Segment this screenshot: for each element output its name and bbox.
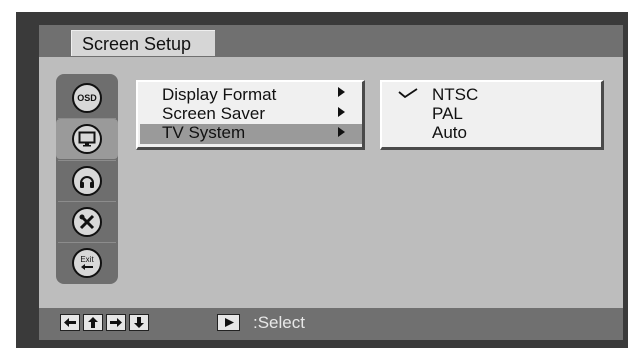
option-pal[interactable]: PAL (432, 105, 463, 123)
headphones-icon (72, 166, 102, 196)
up-arrow-icon[interactable] (83, 314, 103, 331)
select-hint: :Select (253, 313, 305, 332)
exit-icon-label: Exit (80, 255, 94, 264)
setup-menu: Display Format Screen Saver TV System (136, 80, 365, 150)
navigation-keys (60, 314, 149, 332)
tv-system-arrow-icon (338, 127, 345, 137)
sidebar: OSD Exit (56, 74, 118, 284)
setup-panel (39, 25, 623, 340)
down-arrow-icon[interactable] (129, 314, 149, 331)
option-auto[interactable]: Auto (432, 124, 467, 142)
page-title: Screen Setup (71, 30, 215, 56)
tools-icon (72, 207, 102, 237)
monitor-icon (72, 124, 102, 154)
osd-icon-label: OSD (77, 93, 97, 103)
osd-icon: OSD (72, 83, 102, 113)
menu-item-screen-saver[interactable]: Screen Saver (162, 105, 265, 125)
sidebar-item-audio[interactable] (56, 161, 118, 201)
right-arrow-icon[interactable] (106, 314, 126, 331)
screen-saver-arrow-icon (338, 107, 345, 117)
play-icon[interactable] (217, 314, 240, 331)
left-arrow-icon[interactable] (60, 314, 80, 331)
option-ntsc[interactable]: NTSC (432, 86, 478, 104)
menu-item-display-format[interactable]: Display Format (162, 86, 276, 106)
check-icon (398, 88, 418, 98)
display-format-arrow-icon (338, 87, 345, 97)
exit-icon: Exit (72, 248, 102, 278)
sidebar-item-exit[interactable]: Exit (56, 243, 118, 283)
sidebar-item-settings[interactable] (56, 202, 118, 242)
menu-item-tv-system[interactable]: TV System (140, 124, 362, 144)
sidebar-item-osd[interactable]: OSD (56, 78, 118, 118)
tv-system-submenu: NTSC PAL Auto (380, 80, 604, 150)
sidebar-item-screen-setup[interactable] (56, 119, 118, 159)
